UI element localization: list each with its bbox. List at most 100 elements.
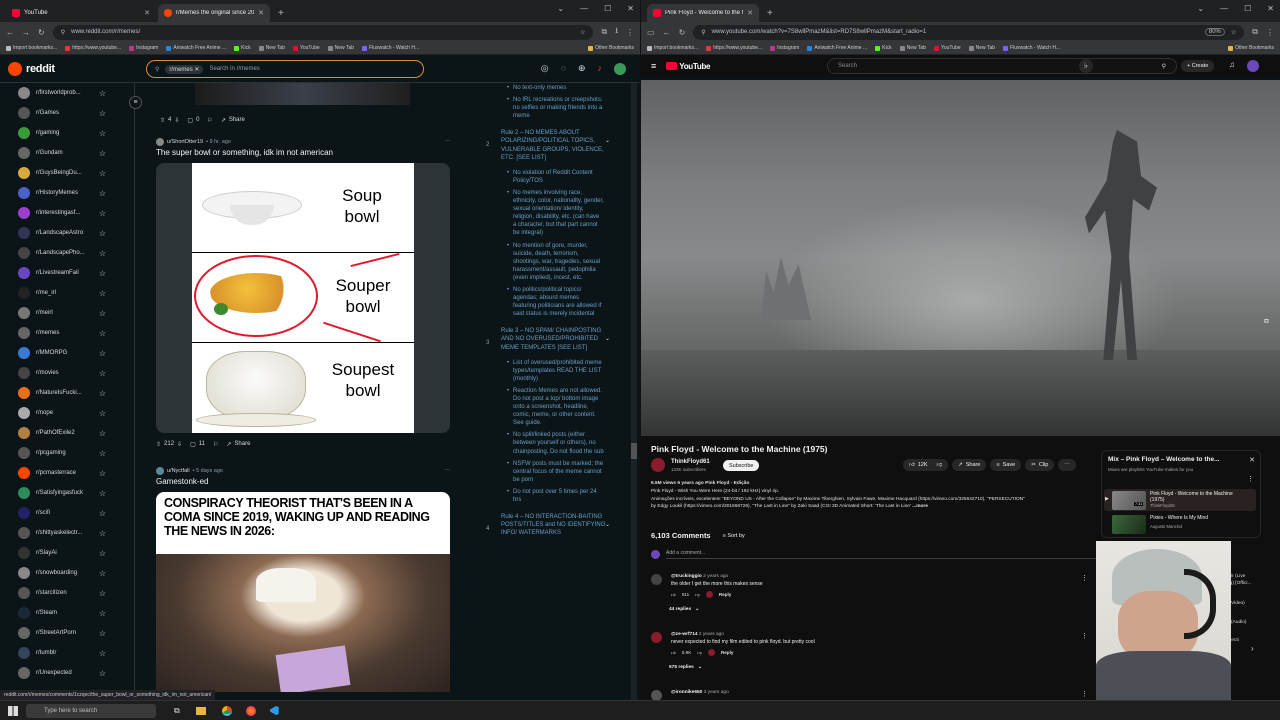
commenter-avatar[interactable] xyxy=(651,690,662,700)
reload-icon[interactable]: ↻ xyxy=(679,28,686,37)
tab-reddit[interactable]: r/Memes the original since 20… ✕ xyxy=(158,4,270,22)
award-icon[interactable]: ⚐ xyxy=(207,117,212,124)
rule-heading[interactable]: 4 Rule 4 – NO INTERACTION-BAITING POSTS/T… xyxy=(480,507,628,543)
comments-button[interactable]: ▢ 11 xyxy=(190,441,205,448)
bookmark-item[interactable]: New Tab xyxy=(258,45,285,51)
maximize-icon[interactable]: ☐ xyxy=(604,4,611,13)
favorite-star-icon[interactable]: ☆ xyxy=(99,529,106,538)
favorite-star-icon[interactable]: ☆ xyxy=(99,409,106,418)
search-icon[interactable]: ⚲ xyxy=(1162,63,1166,70)
youtube-logo-icon[interactable] xyxy=(666,62,678,70)
feed-scrollbar[interactable] xyxy=(631,83,637,700)
chevron-down-icon[interactable]: ⌄ xyxy=(605,521,610,529)
favorite-star-icon[interactable]: ☆ xyxy=(99,89,106,98)
sidebar-item[interactable]: r/shittyaskelectr... ☆ xyxy=(0,523,134,543)
upvote-button[interactable]: ⇧ 212 ⇩ xyxy=(156,441,182,448)
youtube-logo-text[interactable]: YouTube xyxy=(679,62,710,71)
close-window-icon[interactable]: ✕ xyxy=(1267,4,1274,13)
clip-button[interactable]: ✂ Clip xyxy=(1025,459,1055,471)
thumbs-down-icon[interactable]: 👎︎ xyxy=(697,650,702,656)
close-window-icon[interactable]: ✕ xyxy=(627,4,634,13)
sidebar-item[interactable]: r/starcitizen ☆ xyxy=(0,583,134,603)
favorite-star-icon[interactable]: ☆ xyxy=(99,569,106,578)
comment-author[interactable]: @ze-wrf714 xyxy=(671,632,698,637)
bookmark-item[interactable]: Instagram xyxy=(129,45,158,51)
tab-youtube-video[interactable]: Pink Floyd - Welcome to the M ✕ xyxy=(647,4,759,22)
comment-author[interactable]: @truckinggio xyxy=(671,574,702,579)
post-menu-icon[interactable]: ⋯ xyxy=(445,468,451,474)
extensions-icon[interactable]: ⧉ xyxy=(601,27,607,37)
chevron-down-icon[interactable]: ⌄ xyxy=(605,335,610,343)
vscode-taskbar-icon[interactable] xyxy=(269,706,279,715)
close-tab-icon[interactable]: ✕ xyxy=(144,9,150,17)
channel-name[interactable]: ThinkFloyd61 xyxy=(671,459,710,465)
playlist-item[interactable]: Pixies - Where Is My Mind Augusto Mancho… xyxy=(1104,513,1256,535)
taskbar-search-input[interactable]: Type here to search xyxy=(26,703,156,718)
sort-button[interactable]: ≡ Sort by xyxy=(723,533,745,539)
close-tab-icon[interactable]: ✕ xyxy=(258,9,264,17)
thumbs-up-icon[interactable]: 👍︎ xyxy=(671,650,676,656)
bookmark-item[interactable]: https://www.youtube... xyxy=(706,45,762,51)
favorite-star-icon[interactable]: ☆ xyxy=(99,609,106,618)
bookmark-item[interactable]: https://www.youtube... xyxy=(65,45,121,51)
sidebar-item[interactable]: r/MMORPG ☆ xyxy=(0,343,134,363)
bookmark-item[interactable]: New Tab xyxy=(327,45,354,51)
save-button[interactable]: ≡ Save xyxy=(990,459,1022,471)
sidebar-item[interactable]: r/LandscapeAstro ☆ xyxy=(0,223,134,243)
thumbs-down-icon[interactable]: 👎︎ xyxy=(695,592,700,598)
favorite-star-icon[interactable]: ☆ xyxy=(99,469,106,478)
tab-search-icon[interactable]: ⌄ xyxy=(1197,4,1204,13)
sidebar-item[interactable]: r/tumblr ☆ xyxy=(0,643,134,663)
comments-button[interactable]: ▢ 0 xyxy=(187,117,199,124)
file-explorer-icon[interactable] xyxy=(195,706,206,715)
site-info-icon[interactable]: ⚲ xyxy=(701,29,705,36)
share-button[interactable]: ↗ Share xyxy=(952,459,987,471)
hamburger-menu-icon[interactable]: ≡ xyxy=(651,61,656,71)
post-card[interactable]: u/Nyctfall • 5 days ago ⋯ Gamestonk-ed C… xyxy=(156,467,456,692)
sidebar-item[interactable]: r/nope ☆ xyxy=(0,403,134,423)
scroll-thumb[interactable] xyxy=(631,443,637,459)
sidebar-item[interactable]: r/Unexpected ☆ xyxy=(0,663,134,683)
sidebar-item[interactable]: r/GuysBeingDu... ☆ xyxy=(0,163,134,183)
channel-avatar[interactable] xyxy=(651,458,665,472)
sidebar-item[interactable]: r/meirl ☆ xyxy=(0,303,134,323)
miniplayer-icon[interactable]: ⧈ xyxy=(1264,316,1269,326)
sidebar-item[interactable]: r/firstworldprob... ☆ xyxy=(0,83,134,103)
voice-search-icon[interactable]: ♭ xyxy=(1079,59,1093,73)
sidebar-item[interactable]: r/interestingasf... ☆ xyxy=(0,203,134,223)
post-image[interactable]: CONSPIRACY THEORIST THAT'S BEEN IN A COM… xyxy=(156,492,450,692)
share-button[interactable]: ↗ Share xyxy=(226,441,250,448)
thumbs-down-icon[interactable]: 👎︎ xyxy=(937,462,943,468)
sidebar-item[interactable]: r/HistoryMemes ☆ xyxy=(0,183,134,203)
favorite-star-icon[interactable]: ☆ xyxy=(99,509,106,518)
back-icon[interactable]: ← xyxy=(663,28,671,37)
minimize-icon[interactable]: — xyxy=(1220,4,1228,13)
menu-icon[interactable]: ⋮ xyxy=(626,28,634,37)
menu-icon[interactable]: ⋮ xyxy=(1266,28,1274,37)
favorite-star-icon[interactable]: ☆ xyxy=(99,309,106,318)
favorite-star-icon[interactable]: ☆ xyxy=(99,209,106,218)
previous-post-image[interactable] xyxy=(195,83,410,105)
view-replies-button[interactable]: 575 replies ⌄ xyxy=(669,665,702,670)
bookmark-item[interactable]: Aniwatch Free Anime ... xyxy=(166,45,226,51)
close-tab-icon[interactable]: ✕ xyxy=(747,9,753,17)
favorite-star-icon[interactable]: ☆ xyxy=(99,669,106,678)
subreddit-filter-chip[interactable]: r/memes ✕ xyxy=(165,64,204,74)
favorite-star-icon[interactable]: ☆ xyxy=(99,489,106,498)
favorite-star-icon[interactable]: ☆ xyxy=(99,129,106,138)
extensions-icon[interactable]: ⧉ xyxy=(1252,27,1258,37)
bookmark-star-icon[interactable]: ☆ xyxy=(580,29,585,36)
windows-start-icon[interactable] xyxy=(8,706,18,716)
bookmark-item[interactable]: Import bookmarks... xyxy=(647,45,698,51)
show-more-link[interactable]: ...more xyxy=(912,504,928,509)
sidebar-item[interactable]: r/Satisfyingasfuck ☆ xyxy=(0,483,134,503)
comment-menu-icon[interactable]: ⋮ xyxy=(1081,574,1088,582)
subscribe-button[interactable]: Subscribe xyxy=(723,460,760,471)
post-author[interactable]: u/Nyctfall xyxy=(167,468,190,474)
avatar[interactable] xyxy=(1247,60,1259,72)
favorite-star-icon[interactable]: ☆ xyxy=(99,629,106,638)
tab-search-icon[interactable]: ⌄ xyxy=(557,4,564,13)
post-title[interactable]: The super bowl or something, idk im not … xyxy=(156,148,456,157)
favorite-star-icon[interactable]: ☆ xyxy=(99,189,106,198)
comment-menu-icon[interactable]: ⋮ xyxy=(1081,632,1088,640)
